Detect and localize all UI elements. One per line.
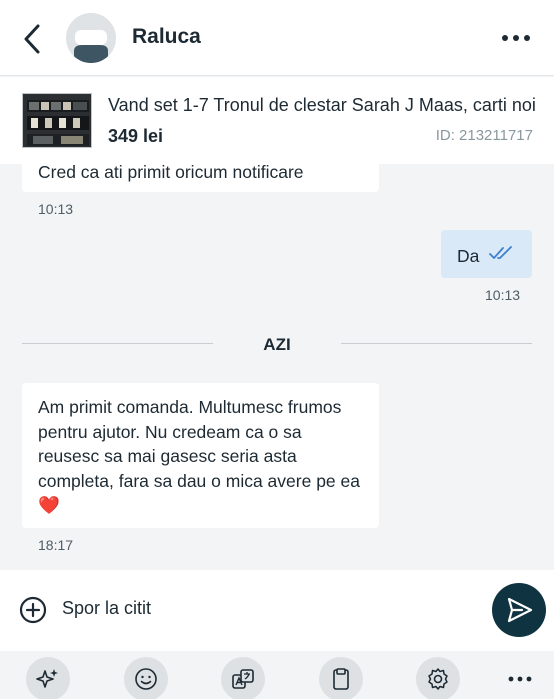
message-time: 10:13 [38,201,74,217]
more-options-icon[interactable] [498,24,534,52]
keyboard-toolbar [0,651,554,699]
add-attachment-icon[interactable] [19,596,47,624]
sparkles-button[interactable] [26,657,70,699]
day-divider: AZI [263,335,291,354]
emoji-button[interactable] [124,657,168,699]
message-time: 18:17 [38,537,74,553]
message-incoming[interactable]: Cred ca ati primit oricum notificare [22,148,379,192]
product-id: ID: 213211717 [435,127,533,144]
message-composer [0,570,554,651]
smiley-icon [135,668,157,690]
settings-icon [428,668,448,690]
contact-name[interactable]: Raluca [132,25,201,49]
message-text: Am primit comanda. Multumesc frumos pent… [38,397,360,491]
message-outgoing[interactable]: Da [441,230,532,278]
message-incoming[interactable]: Am primit comanda. Multumesc frumos pent… [22,383,379,528]
product-title: Vand set 1-7 Tronul de clestar Sarah J M… [108,95,536,115]
settings-button[interactable] [416,657,460,699]
product-thumbnail [22,93,92,148]
heart-emoji: ❤️ [38,495,60,515]
clipboard-button[interactable] [319,657,363,699]
clipboard-icon [333,668,349,690]
message-input[interactable] [62,598,462,619]
sparkles-icon [36,669,58,688]
send-icon [507,597,533,623]
avatar[interactable] [66,13,116,63]
translate-button[interactable] [221,657,265,699]
read-double-check-icon [489,246,512,259]
user-avatar-icon [66,13,116,63]
more-icon[interactable] [506,669,536,689]
back-arrow-icon[interactable] [18,22,48,56]
product-price: 349 lei [108,126,164,146]
message-time: 10:13 [485,287,521,303]
chat-header: Raluca [0,0,554,76]
translate-icon [232,669,254,689]
message-text: Da [457,246,480,266]
message-text: Cred ca ati primit oricum notificare [38,162,304,182]
send-button[interactable] [492,583,546,637]
